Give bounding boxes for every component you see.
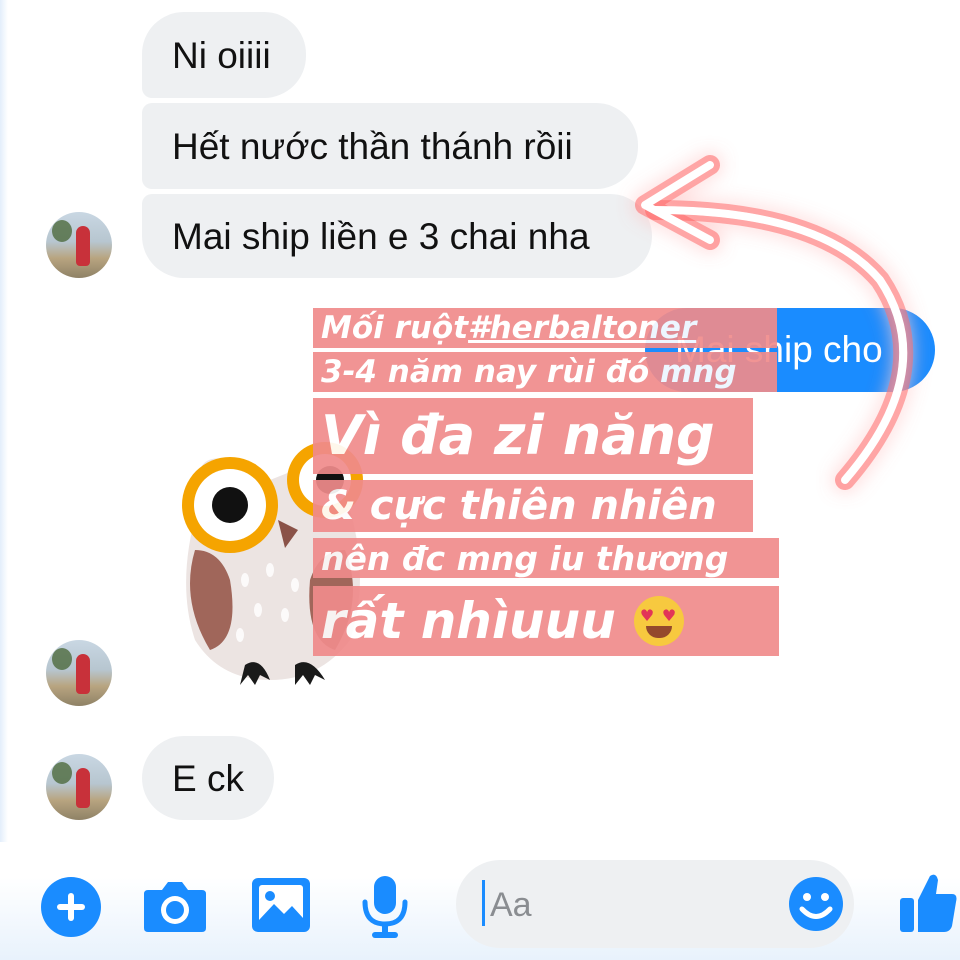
thumbs-up-icon[interactable]	[898, 870, 958, 934]
hashtag[interactable]: #herbaltoner	[468, 312, 696, 344]
caption-line-6: rất nhìuuu ♥ ♥	[313, 586, 779, 656]
caption-text: Mối ruột	[321, 309, 469, 346]
message-bubble[interactable]: Mai ship liền e 3 chai nha	[142, 194, 652, 278]
message-bubble[interactable]: Hết nước thần thánh rồii	[142, 103, 638, 189]
avatar[interactable]	[46, 640, 112, 706]
heart-eyes-emoji: ♥ ♥	[633, 596, 684, 646]
image-icon[interactable]	[250, 876, 312, 934]
heart-icon: ♥	[639, 606, 655, 625]
message-bubble[interactable]: Ni oiiii	[142, 12, 306, 98]
window-edge	[0, 0, 8, 960]
caption-line-3: Vì đa zi năng	[313, 398, 753, 474]
message-bubble[interactable]: E ck	[142, 736, 274, 820]
emoji-mouth	[645, 626, 672, 638]
message-text: Mai ship liền e 3 chai nha	[172, 215, 590, 257]
message-text: Ni oiiii	[172, 34, 271, 76]
emoji-icon[interactable]	[788, 876, 844, 932]
caption-line-1: Mối ruột #herbaltoner	[313, 308, 777, 348]
text-cursor	[482, 880, 485, 926]
message-input-placeholder: Aa	[490, 886, 532, 924]
message-text: Hết nước thần thánh rồii	[172, 125, 573, 167]
caption-line-2: 3-4 năm nay rùi đó mng	[313, 352, 777, 392]
heart-icon: ♥	[661, 606, 677, 625]
message-text: E ck	[172, 757, 244, 799]
caption-line-5: nên đc mng iu thương	[313, 538, 779, 578]
caption-line-4: & cực thiên nhiên	[313, 480, 753, 532]
caption-text: rất nhìuuu	[321, 592, 616, 650]
camera-icon[interactable]	[142, 878, 208, 934]
microphone-icon[interactable]	[360, 874, 410, 940]
avatar[interactable]	[46, 754, 112, 820]
avatar[interactable]	[46, 212, 112, 278]
plus-icon[interactable]	[40, 876, 102, 938]
